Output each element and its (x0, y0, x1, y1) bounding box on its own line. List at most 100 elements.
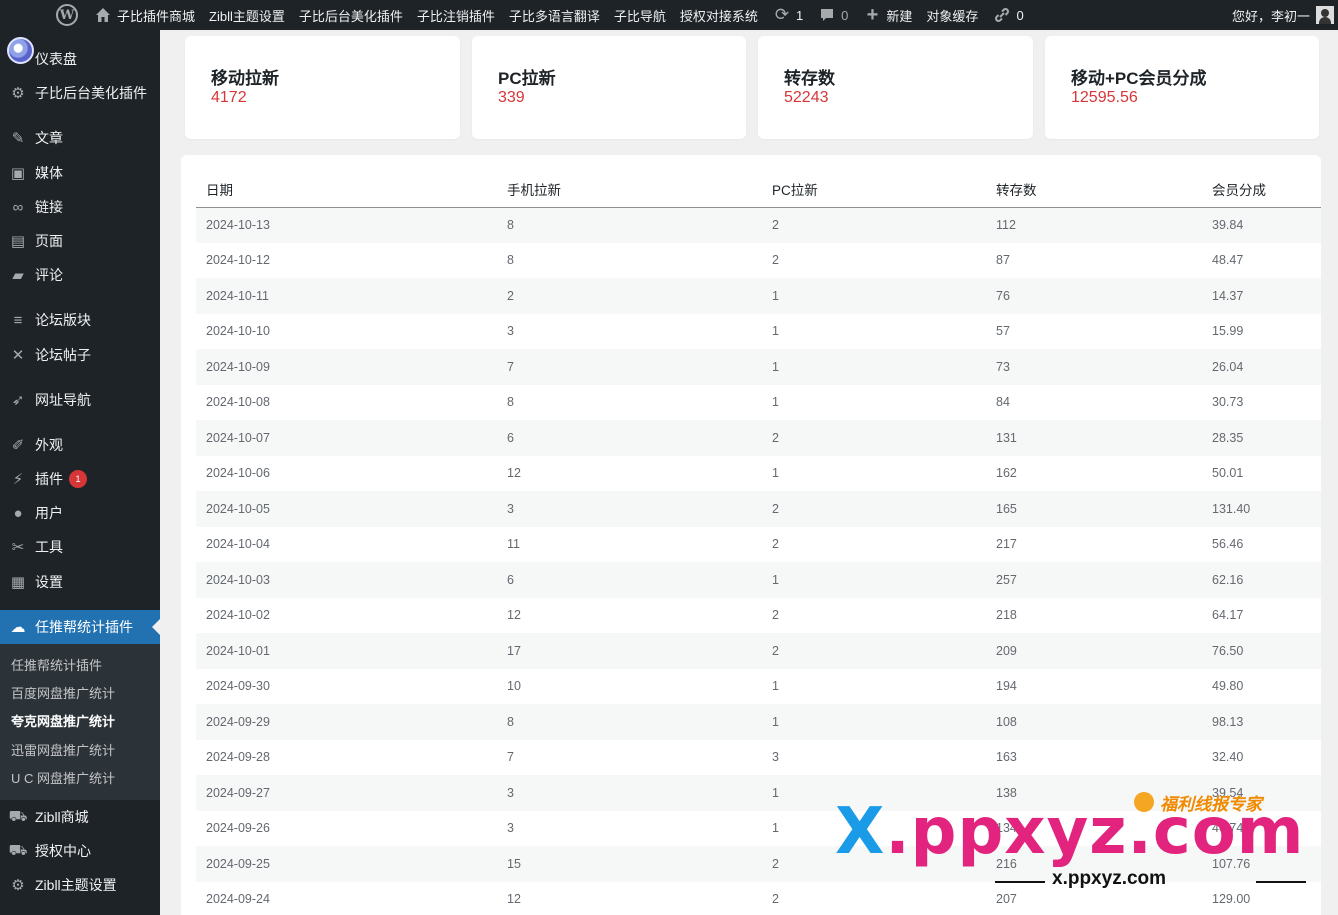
table-cell: 26.04 (1212, 359, 1244, 374)
sidebar-item-label: 外观 (35, 437, 63, 453)
sidebar-item-label: 页面 (35, 233, 63, 249)
table-cell: 3 (507, 324, 514, 339)
table-cell: 57 (996, 324, 1010, 339)
table-row: 2024-10-11 2 1 76 14.37 (196, 278, 1321, 314)
sidebar-item-4[interactable]: ∞ 链接 (0, 190, 160, 224)
column-header-commission: 会员分成 (1202, 171, 1321, 208)
table-cell: 207 (996, 892, 1017, 907)
sidebar-item-18[interactable]: ⚙ Zibll主题设置 (0, 868, 160, 902)
sidebar-item-8[interactable]: ✕ 论坛帖子 (0, 338, 160, 372)
table-cell: 217 (996, 537, 1017, 552)
column-header-pc: PC拉新 (762, 171, 986, 208)
sidebar-item-label: 子比后台美化插件 (35, 85, 147, 101)
table-cell: 2024-09-26 (206, 821, 270, 836)
plus-icon: + (866, 3, 879, 26)
sidebar-item-9[interactable]: ➶ 网址导航 (0, 383, 160, 417)
user-icon: ● (13, 504, 23, 522)
comments-menu[interactable]: 0 (810, 0, 855, 30)
comment-icon: ▰ (12, 267, 24, 284)
table-cell: 2 (772, 537, 779, 552)
new-content-menu[interactable]: + 新建 (855, 0, 919, 30)
table-cell: 6 (507, 430, 514, 445)
gear-icon: ⚙ (11, 877, 25, 894)
sidebar-item-13[interactable]: ✂ 工具 (0, 530, 160, 564)
wp-logo-menu[interactable]: W (0, 0, 85, 30)
table-cell: 134 (996, 821, 1017, 836)
adminbar-item-1[interactable]: Zibll主题设置 (202, 0, 292, 30)
adminbar-item-6[interactable]: 授权对接系统 (673, 0, 765, 30)
sidebar-item-label: 插件 (35, 471, 63, 487)
table-cell: 2 (772, 608, 779, 623)
submenu: 任推帮统计插件 百度网盘推广统计 夸克网盘推广统计 迅雷网盘推广统计 U C 网… (0, 644, 160, 800)
updates-menu[interactable]: ⟳ 1 (765, 0, 810, 30)
submenu-item-4[interactable]: U C 网盘推广统计 (0, 763, 160, 791)
sidebar-item-label: 工具 (35, 539, 63, 555)
table-row: 2024-10-06 12 1 162 50.01 (196, 456, 1321, 492)
sidebar-item-17[interactable]: ⛟ 授权中心 (0, 834, 160, 868)
table-cell: 76.50 (1212, 643, 1244, 658)
table-cell: 1 (772, 324, 779, 339)
table-cell: 28.35 (1212, 430, 1244, 445)
table-cell: 84 (996, 395, 1010, 410)
submenu-item-1[interactable]: 百度网盘推广统计 (0, 678, 160, 706)
sidebar-item-5[interactable]: ▤ 页面 (0, 224, 160, 258)
stat-card-label: 转存数 (784, 69, 835, 88)
stat-card-mobile: 移动拉新 4172 (185, 36, 460, 139)
sidebar-item-12[interactable]: ● 用户 (0, 496, 160, 530)
table-cell: 48.47 (1212, 253, 1244, 268)
sidebar-item-2[interactable]: ✎ 文章 (0, 121, 160, 155)
table-cell: 218 (996, 608, 1017, 623)
media-icon: ▣ (10, 165, 26, 182)
adminbar-item-0[interactable]: 子比插件商城 (85, 0, 202, 30)
adminbar-item-3[interactable]: 子比注销插件 (410, 0, 502, 30)
sidebar-item-14[interactable]: ▦ 设置 (0, 565, 160, 599)
stat-card-label: PC拉新 (498, 69, 556, 88)
account-menu[interactable]: 您好，李初一 (1225, 0, 1338, 30)
sidebar-item-11[interactable]: ⚡ 插件 1 (0, 462, 160, 496)
table-cell: 138 (996, 785, 1017, 800)
adminbar-item-5[interactable]: 子比导航 (607, 0, 673, 30)
sidebar-item-10[interactable]: ✐ 外观 (0, 428, 160, 462)
table-cell: 2024-10-05 (206, 501, 270, 516)
stat-card-label: 移动拉新 (211, 69, 279, 88)
adminbar-item-label: 授权对接系统 (679, 8, 758, 24)
table-cell: 39.84 (1212, 218, 1244, 232)
home-icon (93, 5, 113, 25)
table-cell: 1 (772, 714, 779, 729)
sidebar-item-16[interactable]: ⛟ Zibll商城 (0, 800, 160, 834)
profile-avatar-icon[interactable] (7, 37, 34, 64)
table-cell: 131 (996, 430, 1017, 445)
submenu-item-2[interactable]: 夸克网盘推广统计 (0, 706, 160, 734)
table-cell: 209 (996, 643, 1017, 658)
object-cache-menu[interactable]: 对象缓存 (919, 0, 985, 30)
table-row: 2024-09-27 3 1 138 39.54 (196, 775, 1321, 811)
sidebar-item-3[interactable]: ▣ 媒体 (0, 156, 160, 190)
submenu-item-0[interactable]: 任推帮统计插件 (0, 650, 160, 678)
table-cell: 163 (996, 750, 1017, 765)
adminbar-item-4[interactable]: 子比多语言翻译 (502, 0, 607, 30)
sidebar-item-label: 链接 (35, 199, 63, 215)
table-cell: 1 (772, 395, 779, 410)
sidebar-item-6[interactable]: ▰ 评论 (0, 258, 160, 292)
table-cell: 1 (772, 288, 779, 303)
sidebar-item-1[interactable]: ⚙ 子比后台美化插件 (0, 76, 160, 110)
adminbar-item-2[interactable]: 子比后台美化插件 (292, 0, 410, 30)
submenu-item-label: 百度网盘推广统计 (11, 685, 116, 701)
sidebar-item-15[interactable]: ☁ 任推帮统计插件 (0, 610, 160, 644)
gear-icon: ⚙ (11, 85, 25, 102)
sidebar-item-label: 论坛版块 (35, 312, 91, 328)
table-cell: 131.40 (1212, 501, 1251, 516)
sidebar-item-7[interactable]: ≡ 论坛版块 (0, 303, 160, 337)
table-row: 2024-09-30 10 1 194 49.80 (196, 669, 1321, 705)
table-row: 2024-10-10 3 1 57 15.99 (196, 314, 1321, 350)
links-menu[interactable]: 0 (985, 0, 1030, 30)
new-content-label: 新建 (886, 8, 913, 24)
rocket-icon: ➶ (11, 392, 25, 409)
table-cell: 2024-09-30 (206, 679, 270, 694)
table-cell: 10 (507, 679, 521, 694)
table-cell: 3 (507, 501, 514, 516)
links-count: 0 (1016, 7, 1024, 23)
table-cell: 216 (996, 856, 1017, 871)
adminbar-item-label: 子比多语言翻译 (508, 8, 600, 24)
submenu-item-3[interactable]: 迅雷网盘推广统计 (0, 735, 160, 763)
